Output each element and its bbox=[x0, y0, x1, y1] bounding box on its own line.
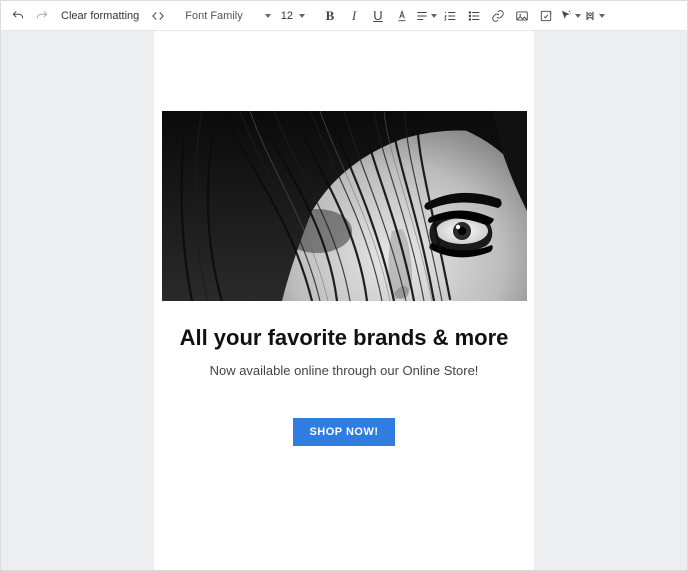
chevron-down-icon bbox=[265, 14, 271, 18]
paragraph-format-button[interactable] bbox=[415, 5, 437, 27]
chevron-down-icon bbox=[575, 14, 581, 18]
personalization-button[interactable] bbox=[583, 5, 605, 27]
chevron-down-icon bbox=[431, 14, 437, 18]
font-size-value: 12 bbox=[281, 10, 293, 22]
font-family-select[interactable]: Font Family bbox=[177, 5, 274, 27]
code-view-button[interactable] bbox=[147, 5, 169, 27]
underline-button[interactable]: U bbox=[367, 5, 389, 27]
editor-canvas[interactable]: All your favorite brands & more Now avai… bbox=[1, 31, 687, 570]
headline-text[interactable]: All your favorite brands & more bbox=[180, 325, 509, 351]
undo-button[interactable] bbox=[7, 5, 29, 27]
ordered-list-button[interactable] bbox=[439, 5, 461, 27]
hero-image[interactable] bbox=[162, 111, 527, 301]
unordered-list-button[interactable] bbox=[463, 5, 485, 27]
smart-content-button[interactable] bbox=[535, 5, 557, 27]
chevron-down-icon bbox=[299, 14, 305, 18]
clear-formatting-button[interactable]: Clear formatting bbox=[55, 5, 145, 27]
bold-button[interactable]: B bbox=[319, 5, 341, 27]
shop-now-button[interactable]: SHOP NOW! bbox=[293, 418, 394, 446]
text-color-button[interactable] bbox=[391, 5, 413, 27]
font-family-label: Font Family bbox=[185, 10, 242, 22]
font-size-select[interactable]: 12 bbox=[277, 5, 309, 27]
toolbar: Clear formatting Font Family 12 B I U bbox=[1, 1, 687, 31]
redo-button[interactable] bbox=[31, 5, 53, 27]
insert-link-button[interactable] bbox=[487, 5, 509, 27]
clear-formatting-label: Clear formatting bbox=[61, 10, 139, 22]
chevron-down-icon bbox=[599, 14, 605, 18]
subline-text[interactable]: Now available online through our Online … bbox=[210, 363, 479, 378]
editor-frame: Clear formatting Font Family 12 B I U bbox=[0, 0, 688, 571]
insert-image-button[interactable] bbox=[511, 5, 533, 27]
email-page: All your favorite brands & more Now avai… bbox=[154, 31, 534, 570]
cursor-magic-button[interactable] bbox=[559, 5, 581, 27]
italic-button[interactable]: I bbox=[343, 5, 365, 27]
